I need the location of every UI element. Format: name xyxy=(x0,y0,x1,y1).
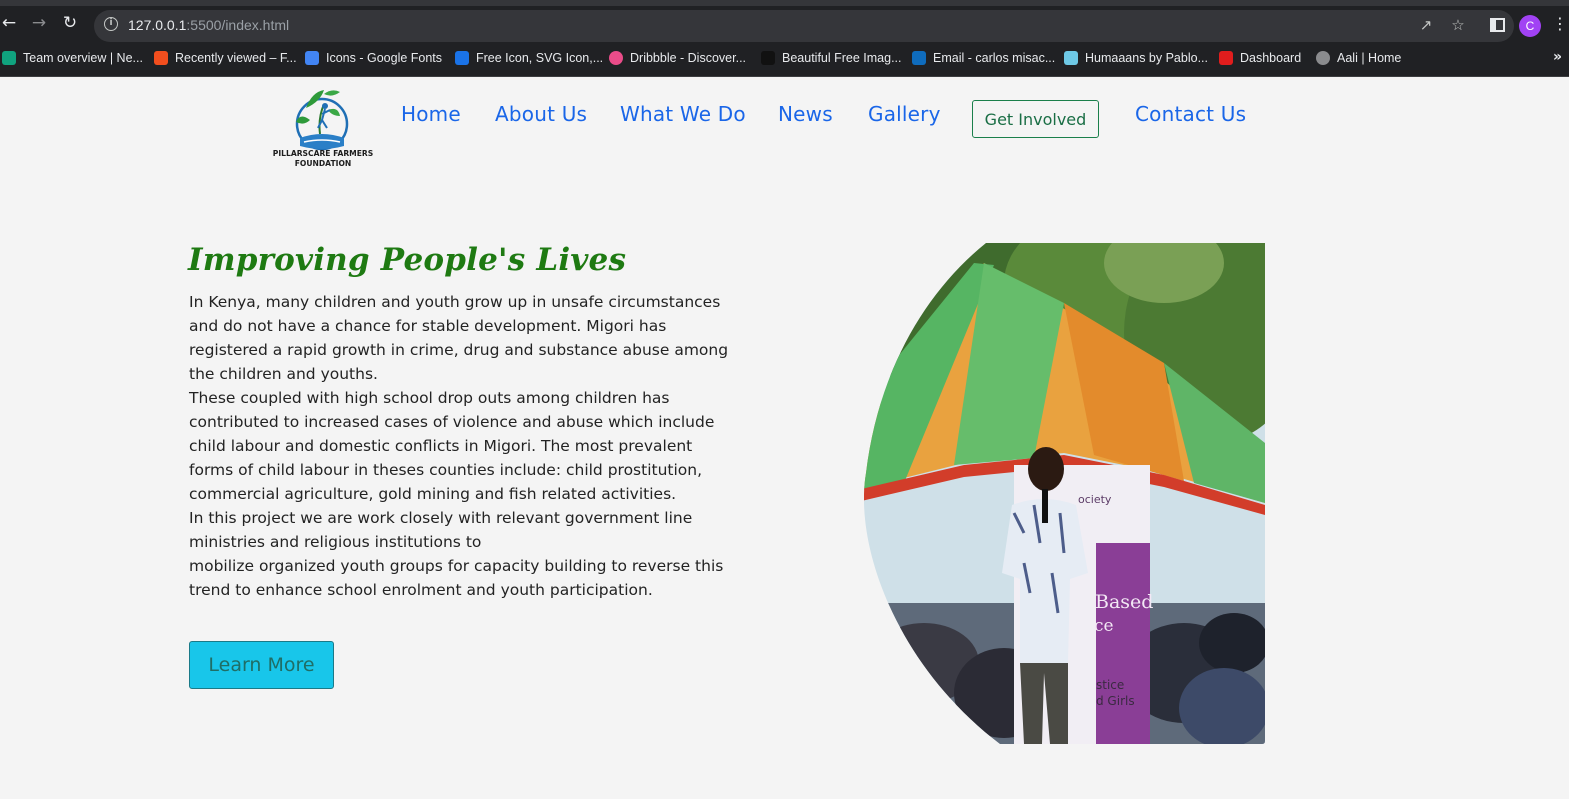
humaaans-icon xyxy=(1064,51,1078,65)
page-content: PILLARSCARE FARMERS FOUNDATION Home Abou… xyxy=(0,78,1569,799)
dribbble-icon xyxy=(609,51,623,65)
banner-text: ociety xyxy=(1078,493,1112,506)
hero-title: Improving People's Lives xyxy=(188,242,627,278)
nav-link-news[interactable]: News xyxy=(778,102,833,126)
bookmark-label: Email - carlos misac... xyxy=(933,51,1056,65)
hero-description: In Kenya, many children and youth grow u… xyxy=(189,290,734,602)
bookmark-label: Aali | Home xyxy=(1337,51,1402,65)
bookmark-item[interactable]: Recently viewed – F... xyxy=(154,49,297,67)
nav-link-home[interactable]: Home xyxy=(401,102,461,126)
bookmark-item[interactable]: Icons - Google Fonts xyxy=(305,49,442,67)
nav-link-gallery[interactable]: Gallery xyxy=(868,102,941,126)
bookmark-label: Humaaans by Pablo... xyxy=(1085,51,1208,65)
bookmark-item[interactable]: Team overview | Ne... xyxy=(2,49,143,67)
nav-link-contact-us[interactable]: Contact Us xyxy=(1135,102,1246,126)
hero-photo: Based ce stice d Girls ociety xyxy=(864,243,1265,744)
bookmark-item[interactable]: Free Icon, SVG Icon,... xyxy=(455,49,603,67)
star-bookmark-icon[interactable]: ☆ xyxy=(1448,15,1468,35)
bookmark-label: Icons - Google Fonts xyxy=(326,51,443,65)
hero-paragraph: mobilize organized youth groups for capa… xyxy=(189,557,724,599)
hero-paragraph: In this project we are work closely with… xyxy=(189,509,693,551)
outlook-icon xyxy=(912,51,926,65)
bookmark-item[interactable]: Dribbble - Discover... xyxy=(609,49,746,67)
hero-paragraph: These coupled with high school drop outs… xyxy=(189,389,715,503)
banner-text: Based xyxy=(1095,591,1153,613)
bookmark-label: Dribbble - Discover... xyxy=(630,51,747,65)
url-text[interactable]: 127.0.0.1:5500/index.html xyxy=(128,17,289,33)
browser-menu-icon[interactable]: ⋮ xyxy=(1552,14,1568,33)
bookmark-item[interactable]: Humaaans by Pablo... xyxy=(1064,49,1208,67)
more-bookmarks-icon[interactable]: » xyxy=(1553,49,1562,65)
e-icon xyxy=(1219,51,1233,65)
bookmark-item[interactable]: Beautiful Free Imag... xyxy=(761,49,902,67)
forward-arrow-icon[interactable]: → xyxy=(30,14,48,32)
site-info-icon[interactable]: i xyxy=(104,17,118,31)
bookmark-label: Beautiful Free Imag... xyxy=(782,51,902,65)
figma-icon xyxy=(154,51,168,65)
bookmark-item[interactable]: Email - carlos misac... xyxy=(912,49,1055,67)
back-arrow-icon[interactable]: ← xyxy=(0,14,18,32)
banner-text: ce xyxy=(1094,616,1114,636)
banner-text: d Girls xyxy=(1096,694,1135,708)
tab-strip xyxy=(0,0,1569,6)
unsplash-icon xyxy=(761,51,775,65)
nav-link-what-we-do[interactable]: What We Do xyxy=(620,102,746,126)
learn-more-button[interactable]: Learn More xyxy=(189,641,334,689)
bookmark-label: Team overview | Ne... xyxy=(23,51,143,65)
bookmark-label: Dashboard xyxy=(1240,51,1302,65)
get-involved-button[interactable]: Get Involved xyxy=(972,100,1099,138)
globe-icon xyxy=(1316,51,1330,65)
bookmark-item[interactable]: Aali | Home xyxy=(1316,49,1401,67)
logo-text: PILLARSCARE FARMERS FOUNDATION xyxy=(272,149,374,168)
address-bar[interactable] xyxy=(94,10,1514,42)
profile-avatar[interactable]: C xyxy=(1519,15,1541,37)
teal-diamond-icon xyxy=(2,51,16,65)
nav-link-about-us[interactable]: About Us xyxy=(495,102,587,126)
share-icon[interactable]: ↗ xyxy=(1416,15,1436,35)
google-fonts-icon xyxy=(305,51,319,65)
reload-icon[interactable]: ↻ xyxy=(61,14,79,32)
hero-paragraph: In Kenya, many children and youth grow u… xyxy=(189,293,729,383)
bookmark-label: Recently viewed – F... xyxy=(175,51,297,65)
banner-text: stice xyxy=(1096,678,1124,692)
bookmark-item[interactable]: Dashboard xyxy=(1219,49,1301,67)
flaticon-icon xyxy=(455,51,469,65)
bookmark-label: Free Icon, SVG Icon,... xyxy=(476,51,604,65)
side-panel-icon[interactable] xyxy=(1490,18,1505,32)
